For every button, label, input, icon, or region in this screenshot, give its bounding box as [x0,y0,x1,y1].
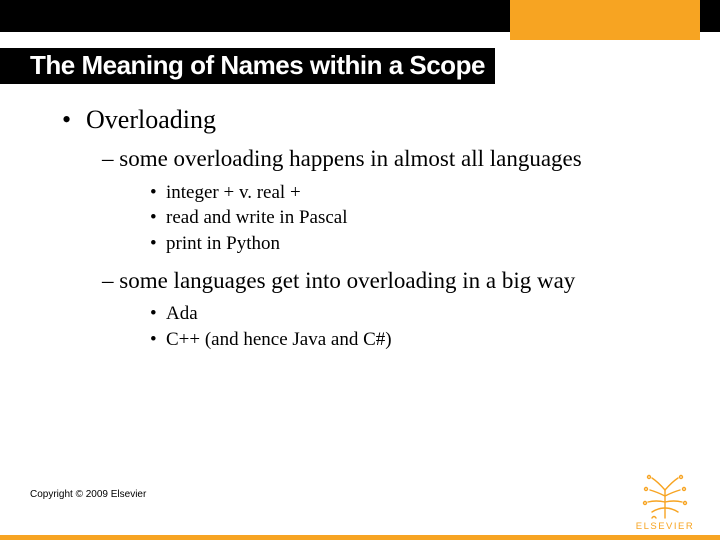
top-orange-accent [510,0,700,40]
bullet-dot-icon: • [150,180,166,206]
bullet-dot-icon: • [150,327,166,353]
slide-title: The Meaning of Names within a Scope [30,48,495,84]
title-bar-overhang [0,48,30,84]
level3-group: •integer + v. real + •read and write in … [150,180,662,257]
bullet-level3: •C++ (and hence Java and C#) [150,327,662,353]
elsevier-logo: ELSEVIER [632,472,698,532]
bullet-level3: •read and write in Pascal [150,205,662,231]
slide: The Meaning of Names within a Scope •Ove… [0,0,720,540]
elsevier-tree-icon [638,472,692,520]
level3-text: print in Python [166,233,280,254]
bullet-level3: •print in Python [150,231,662,257]
bullet-dot-icon: • [150,231,166,257]
elsevier-logo-text: ELSEVIER [632,521,698,532]
bullet-dot-icon: • [62,105,86,135]
copyright-text: Copyright © 2009 Elsevier [30,489,146,500]
level3-text: C++ (and hence Java and C#) [166,329,392,350]
bullet-dot-icon: • [150,301,166,327]
bullet-level3: •Ada [150,301,662,327]
level2-text: some languages get into overloading in a… [119,268,575,293]
content-area: •Overloading – some overloading happens … [62,105,662,363]
level3-group: •Ada •C++ (and hence Java and C#) [150,301,662,352]
bullet-level2: – some languages get into overloading in… [102,267,662,296]
level2-group: – some overloading happens in almost all… [102,145,662,353]
level2-text: some overloading happens in almost all l… [119,146,581,171]
bullet-level1: •Overloading [62,105,662,135]
level3-text: read and write in Pascal [166,207,347,228]
level3-text: Ada [166,303,198,324]
bullet-dot-icon: • [150,205,166,231]
bullet-level2: – some overloading happens in almost all… [102,145,662,174]
bottom-orange-band [0,535,720,540]
level1-text: Overloading [86,105,216,134]
level3-text: integer + v. real + [166,182,301,203]
bullet-level3: •integer + v. real + [150,180,662,206]
